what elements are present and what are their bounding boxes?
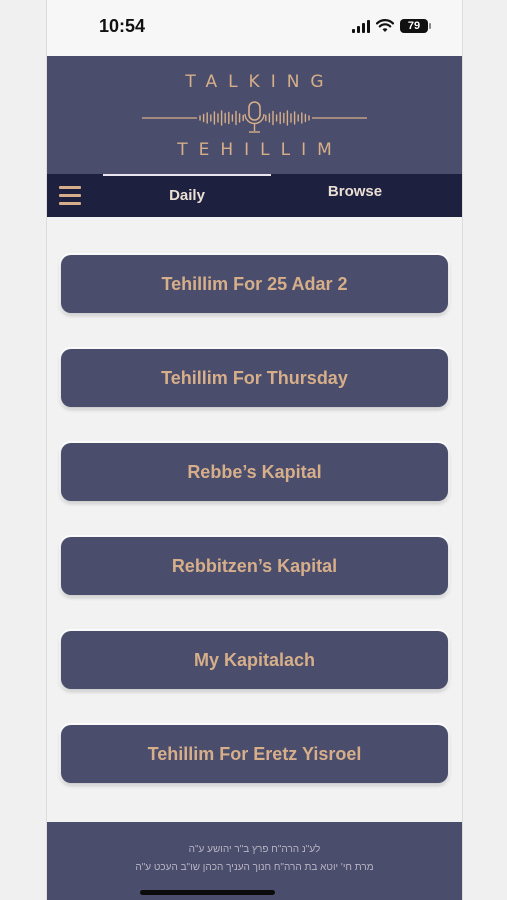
- daily-list: Tehillim For 25 Adar 2 Tehillim For Thur…: [47, 217, 462, 822]
- signal-icon: [352, 19, 370, 33]
- logo-title-top: TALKING: [185, 72, 335, 92]
- tab-bar: Daily Browse: [47, 174, 462, 217]
- dedication-line-1: לע"נ הרה"ח פרץ ב"ר יהושע ע"ה: [188, 844, 321, 855]
- battery-icon: 79: [400, 19, 431, 33]
- card-my-kapitalach[interactable]: My Kapitalach: [61, 631, 448, 689]
- card-rebbitzen-kapital[interactable]: Rebbitzen’s Kapital: [61, 537, 448, 595]
- wifi-icon: [376, 19, 394, 32]
- status-bar: 10:54 79: [47, 0, 462, 56]
- app-header: TALKING TEHILLIM: [47, 56, 462, 174]
- app-screen: 10:54 79 TALKING TEHILLIM Daily Browse T…: [46, 0, 463, 900]
- status-icons: 79: [352, 16, 431, 36]
- status-time: 10:54: [99, 16, 146, 36]
- battery-level: 79: [407, 20, 421, 32]
- logo-title-bottom: TEHILLIM: [177, 140, 343, 160]
- card-eretz-yisroel[interactable]: Tehillim For Eretz Yisroel: [61, 725, 448, 783]
- tab-daily[interactable]: Daily: [103, 174, 271, 217]
- tab-browse[interactable]: Browse: [271, 170, 439, 213]
- card-tehillim-day[interactable]: Tehillim For Thursday: [61, 349, 448, 407]
- microphone-waveform-icon: [142, 101, 367, 133]
- card-tehillim-date[interactable]: Tehillim For 25 Adar 2: [61, 255, 448, 313]
- home-indicator: [140, 890, 275, 895]
- card-rebbe-kapital[interactable]: Rebbe’s Kapital: [61, 443, 448, 501]
- hamburger-menu-icon[interactable]: [59, 186, 81, 205]
- dedication-line-2: מרת חי' יוטא בת הרה"ח חנוך העניך הכהן שו…: [135, 862, 374, 873]
- dedication-footer: לע"נ הרה"ח פרץ ב"ר יהושע ע"ה מרת חי' יוט…: [47, 822, 462, 900]
